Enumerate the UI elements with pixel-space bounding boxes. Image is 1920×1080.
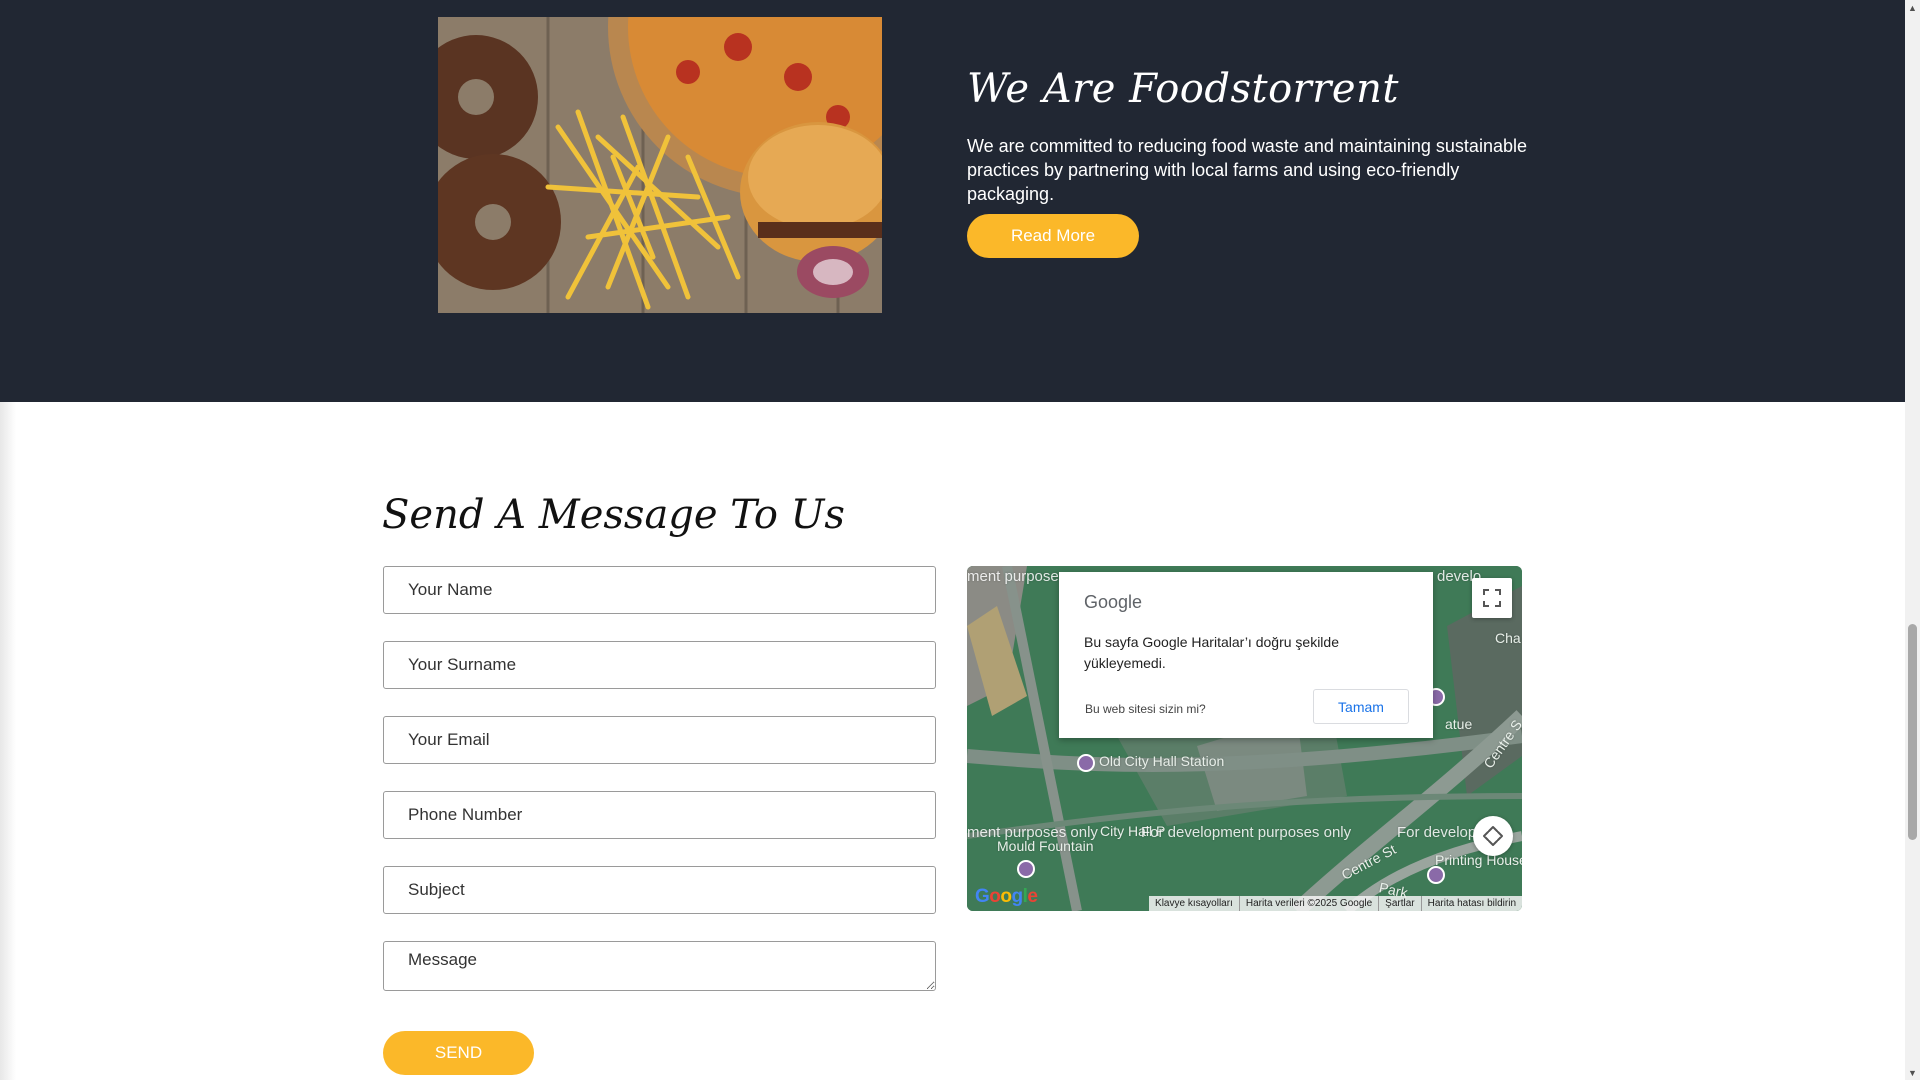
scroll-down-arrow-icon[interactable]: ▼ (1905, 1065, 1920, 1080)
google-brand-text: Google (1084, 592, 1143, 612)
printing-house-poi-icon[interactable] (1427, 866, 1445, 884)
google-logo: Google (975, 886, 1038, 907)
page-edge-shadow (0, 402, 16, 1080)
map-label-statue: atue (1445, 716, 1473, 732)
surname-input[interactable] (383, 641, 936, 689)
station-poi-icon[interactable] (1077, 754, 1095, 772)
pan-control-button[interactable] (1473, 816, 1513, 856)
keyboard-shortcuts-link[interactable]: Klavye kısayolları (1149, 896, 1239, 911)
fullscreen-button[interactable] (1472, 578, 1512, 618)
map-error-message: Bu sayfa Google Haritalar’ı doğru şekild… (1084, 634, 1339, 671)
about-section: We Are Foodstorrent We are committed to … (0, 0, 1905, 402)
map-dev-text-center: For development purposes only (1141, 824, 1352, 841)
map-label-cha: Cha (1495, 630, 1521, 646)
vertical-scrollbar[interactable]: ▲ ▼ (1905, 0, 1920, 1080)
name-input[interactable] (383, 566, 936, 614)
contact-title: Send A Message To Us (382, 492, 845, 538)
map-error-dialog: Google Bu sayfa Google Haritalar’ı doğru… (1059, 572, 1433, 738)
scrollbar-thumb[interactable] (1908, 624, 1917, 840)
ok-button[interactable]: Tamam (1313, 689, 1409, 724)
fast-food-image (438, 17, 882, 313)
report-map-error-link[interactable]: Harita hatası bildirin (1420, 896, 1522, 911)
scroll-up-arrow-icon[interactable]: ▲ (1905, 0, 1920, 15)
map-footer: Klavye kısayolları Harita verileri ©2025… (1149, 896, 1522, 911)
map-dev-text-top-left: ment purpose (967, 568, 1059, 585)
read-more-button[interactable]: Read More (967, 214, 1139, 258)
about-description: We are committed to reducing food waste … (967, 136, 1527, 204)
map-label-station: Old City Hall Station (1099, 753, 1225, 769)
send-button[interactable]: SEND (383, 1031, 534, 1075)
fountain-poi-icon[interactable] (1017, 860, 1035, 878)
map-label-printing: Printing House (1435, 852, 1522, 868)
map-dev-text-right: For develop (1397, 824, 1477, 841)
google-map[interactable]: ment purpose develo Cha atue Old City Ha… (967, 566, 1522, 911)
map-data-attribution: Harita verileri ©2025 Google (1238, 896, 1378, 911)
subject-input[interactable] (383, 866, 936, 914)
message-textarea[interactable] (383, 941, 936, 991)
map-label-mould: Mould Fountain (997, 838, 1094, 854)
fullscreen-icon (1483, 589, 1501, 607)
phone-input[interactable] (383, 791, 936, 839)
site-owner-link[interactable]: Bu web sitesi sizin mi? (1085, 702, 1206, 716)
email-input[interactable] (383, 716, 936, 764)
about-title: We Are Foodstorrent (967, 66, 1399, 112)
terms-link[interactable]: Şartlar (1378, 896, 1420, 911)
pan-arrows-icon (1483, 826, 1503, 846)
